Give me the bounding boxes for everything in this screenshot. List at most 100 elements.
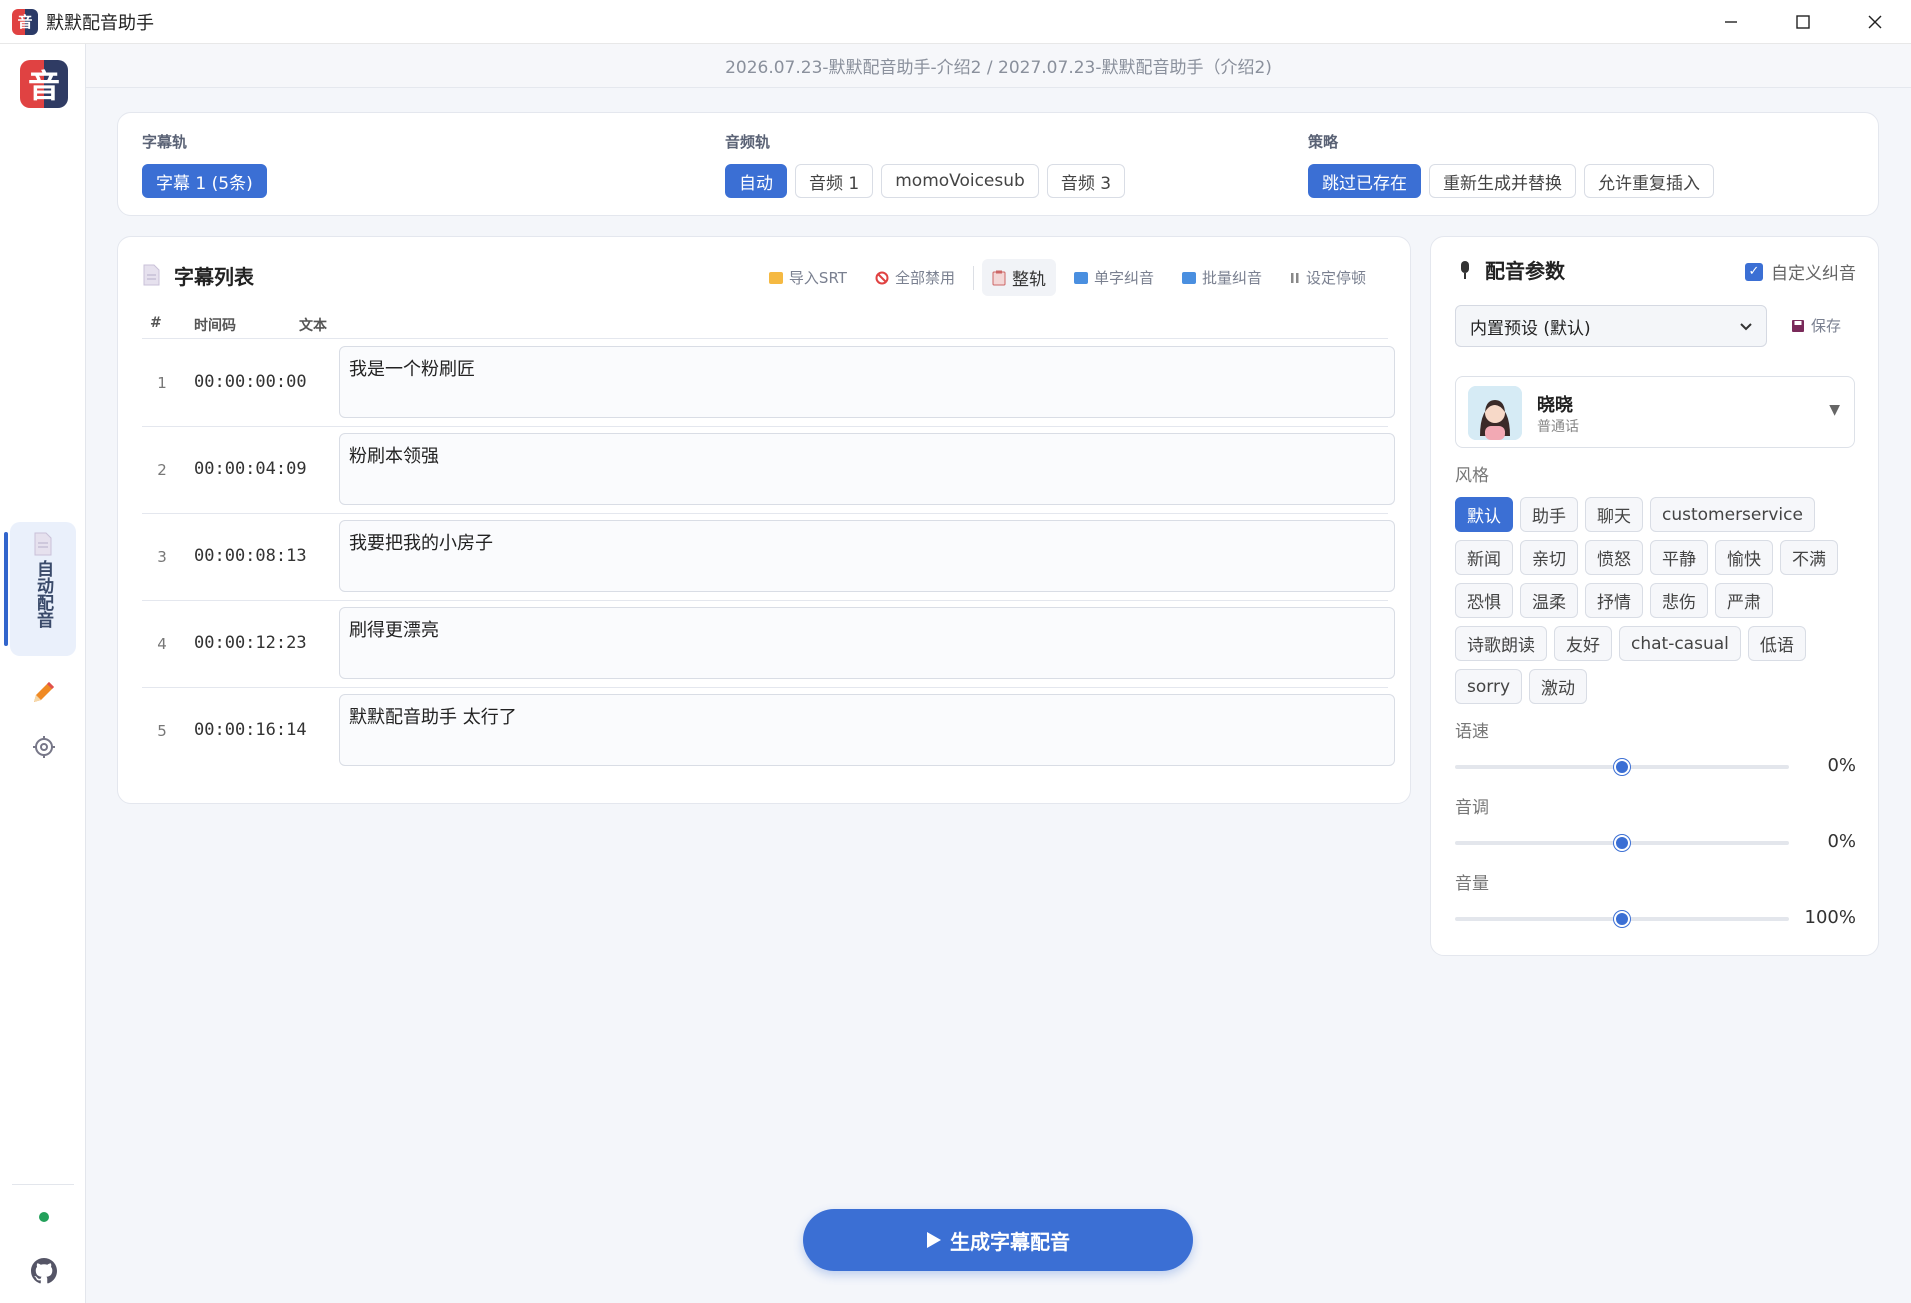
whole-track-label: 整轨 (1011, 270, 1046, 290)
maximize-icon (1796, 15, 1810, 29)
strategy-option[interactable]: 重新生成并替换 (1429, 164, 1576, 198)
subtitle-track-group: 字幕轨 字幕 1 (5条) (142, 131, 267, 198)
avatar-image (1468, 386, 1522, 440)
set-pause-label: 设定停顿 (1305, 269, 1366, 287)
style-chip[interactable]: chat-casual (1619, 626, 1741, 661)
table-row: 3 00:00:08:13 我要把我的小房子 (142, 514, 1395, 601)
save-preset-button[interactable]: 保存 (1791, 315, 1841, 336)
chevron-down-icon (1740, 323, 1752, 331)
row-index: 1 (157, 374, 167, 392)
style-chip[interactable]: 平静 (1650, 540, 1708, 575)
pitch-slider[interactable] (1455, 835, 1789, 851)
slider-thumb[interactable] (1614, 759, 1630, 775)
maximize-button[interactable] (1767, 0, 1839, 44)
style-chip[interactable]: 诗歌朗读 (1455, 626, 1547, 661)
style-chip[interactable]: 聊天 (1585, 497, 1643, 532)
subtitle-track-label: 字幕轨 (142, 133, 188, 151)
import-srt-button[interactable]: 导入SRT (759, 261, 857, 294)
style-chip[interactable]: 低语 (1747, 626, 1806, 661)
row-text-field[interactable]: 我要把我的小房子 (339, 520, 1395, 592)
floppy-disk-icon (1792, 319, 1804, 332)
set-pause-button[interactable]: 设定停顿 (1280, 261, 1376, 294)
preset-select[interactable]: 内置预设 (默认) (1455, 305, 1767, 347)
voice-name: 晓晓 (1537, 395, 1573, 416)
github-icon[interactable] (31, 1258, 57, 1284)
style-chip[interactable]: 不满 (1780, 540, 1838, 575)
abc-icon (1073, 271, 1088, 284)
minimize-button[interactable] (1695, 0, 1767, 44)
style-chip[interactable]: 温柔 (1520, 583, 1578, 618)
pause-icon (1290, 272, 1299, 283)
audio-track-group: 音频轨 自动 音频 1 momoVoicesub 音频 3 (725, 131, 1126, 198)
dropdown-arrow-icon: ▼ (1829, 402, 1840, 418)
audio-track-label: 音频轨 (725, 133, 771, 151)
style-chip[interactable]: 激动 (1529, 669, 1587, 704)
track-settings-card: 字幕轨 字幕 1 (5条) 音频轨 自动 音频 1 momoVoicesub 音… (117, 112, 1879, 216)
style-chip-group: 默认 助手 聊天 customerservice 新闻 亲切 愤怒 平静 愉快 … (1455, 497, 1855, 704)
whole-track-button[interactable]: 整轨 (981, 259, 1056, 296)
style-chip[interactable]: 恐惧 (1455, 583, 1513, 618)
style-chip[interactable]: customerservice (1650, 497, 1815, 532)
volume-slider[interactable] (1455, 911, 1789, 927)
abc-icon (1181, 271, 1196, 284)
speed-label: 语速 (1455, 722, 1489, 742)
style-chip[interactable]: 友好 (1554, 626, 1612, 661)
column-header-timecode: 时间码 (194, 318, 236, 334)
dubbing-params-card: 配音参数 ✓ 自定义纠音 内置预设 (默认) 保存 晓晓 普通话 ▼ 风格 默认… (1430, 236, 1879, 956)
gear-icon[interactable] (31, 734, 57, 760)
style-chip[interactable]: 默认 (1455, 497, 1513, 532)
speed-slider[interactable] (1455, 759, 1789, 775)
style-chip[interactable]: 亲切 (1520, 540, 1578, 575)
audio-track-option[interactable]: momoVoicesub (881, 164, 1039, 198)
style-chip[interactable]: sorry (1455, 669, 1522, 704)
preset-value: 内置预设 (默认) (1470, 318, 1591, 339)
toolbar-divider (972, 265, 974, 290)
sidebar-item-auto-dub[interactable]: 自动配音 (4, 522, 76, 656)
row-index: 4 (157, 635, 167, 653)
strategy-option[interactable]: 允许重复插入 (1584, 164, 1714, 198)
style-chip[interactable]: 愉快 (1715, 540, 1773, 575)
row-text-field[interactable]: 刷得更漂亮 (339, 607, 1395, 679)
single-char-correction-button[interactable]: 单字纠音 (1064, 261, 1164, 294)
checkbox-checked-icon[interactable]: ✓ (1745, 262, 1763, 281)
pitch-value: 0% (1827, 831, 1856, 852)
row-text-field[interactable]: 我是一个粉刷匠 (339, 346, 1395, 418)
disable-all-button[interactable]: 全部禁用 (865, 261, 965, 294)
style-chip[interactable]: 悲伤 (1650, 583, 1708, 618)
style-chip[interactable]: 严肃 (1715, 583, 1773, 618)
row-text-field[interactable]: 粉刷本领强 (339, 433, 1395, 505)
sidebar-divider (12, 1184, 74, 1185)
audio-track-option[interactable]: 自动 (725, 164, 787, 198)
strategy-label: 策略 (1308, 133, 1339, 151)
close-button[interactable] (1839, 0, 1911, 44)
row-text-field[interactable]: 默默配音助手 太行了 (339, 694, 1395, 766)
status-indicator (39, 1212, 49, 1222)
slider-thumb[interactable] (1614, 911, 1630, 927)
custom-pronunciation-toggle[interactable]: ✓ 自定义纠音 (1745, 259, 1856, 284)
style-chip[interactable]: 助手 (1520, 497, 1578, 532)
strategy-option[interactable]: 跳过已存在 (1308, 164, 1421, 198)
style-chip[interactable]: 新闻 (1455, 540, 1513, 575)
subtitle-track-option[interactable]: 字幕 1 (5条) (142, 164, 267, 198)
row-timecode: 00:00:16:14 (194, 720, 307, 740)
generate-dubbing-button[interactable]: 生成字幕配音 (803, 1209, 1193, 1271)
table-row: 5 00:00:16:14 默默配音助手 太行了 (142, 688, 1395, 775)
pencil-icon[interactable] (30, 678, 58, 706)
voice-language: 普通话 (1537, 419, 1579, 435)
audio-track-option[interactable]: 音频 1 (795, 164, 874, 198)
style-chip[interactable]: 抒情 (1585, 583, 1643, 618)
params-title: 配音参数 (1485, 259, 1565, 283)
app-logo: 音 (20, 60, 68, 108)
document-icon (143, 264, 160, 286)
speed-value: 0% (1827, 755, 1856, 776)
disable-all-label: 全部禁用 (894, 269, 955, 287)
app-icon: 音 (12, 8, 38, 35)
audio-track-option[interactable]: 音频 3 (1046, 164, 1126, 198)
generate-label: 生成字幕配音 (950, 1229, 1070, 1254)
style-chip[interactable]: 愤怒 (1585, 540, 1643, 575)
voice-selector[interactable]: 晓晓 普通话 ▼ (1455, 376, 1855, 448)
import-srt-label: 导入SRT (788, 269, 847, 287)
title-bar: 音 默默配音助手 (0, 0, 1911, 44)
slider-thumb[interactable] (1614, 835, 1630, 851)
batch-correction-button[interactable]: 批量纠音 (1172, 261, 1272, 294)
